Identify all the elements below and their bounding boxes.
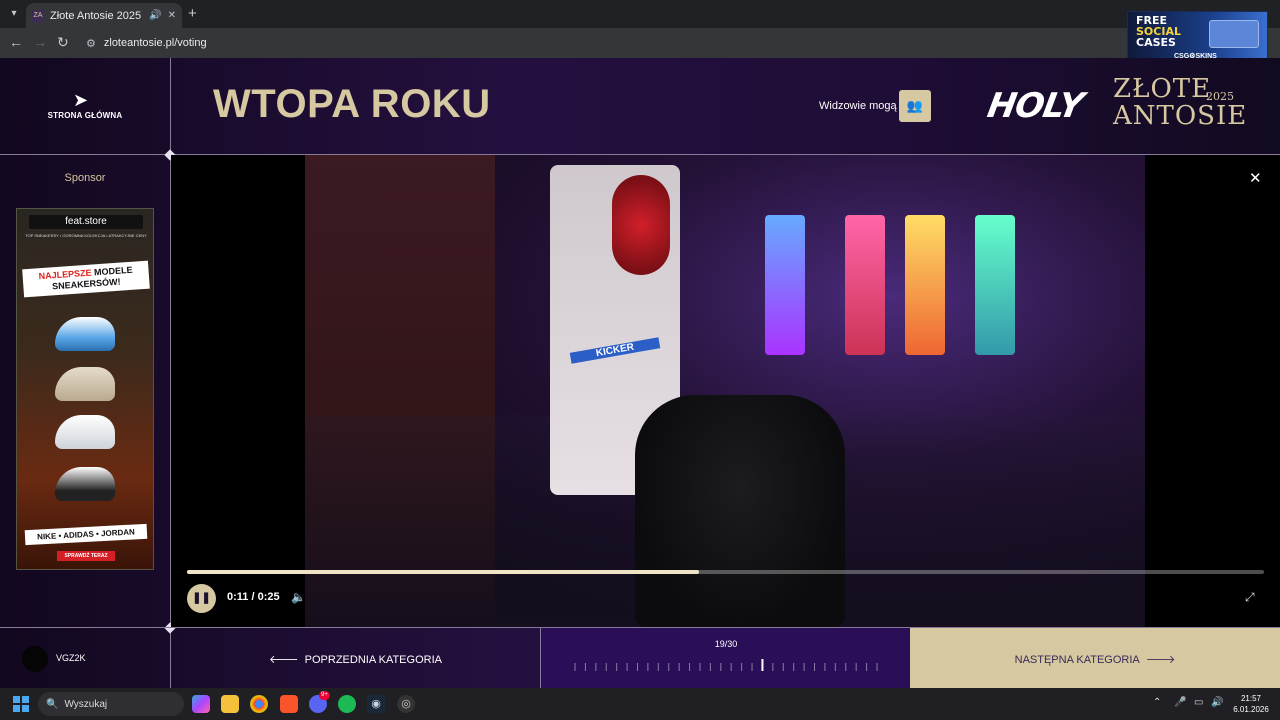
previous-category-button[interactable]: 🡐 POPRZEDNIA KATEGORIA bbox=[171, 628, 540, 689]
discord-badge: 9+ bbox=[319, 691, 330, 700]
video-frame: KICKER bbox=[305, 155, 1145, 627]
tab-search-dropdown-icon[interactable]: ▾ bbox=[6, 6, 22, 22]
next-category-text: NASTĘPNA KATEGORIA bbox=[1014, 654, 1140, 666]
holy-logo: HOLY bbox=[984, 86, 1086, 126]
arrow-left-icon: ➤ bbox=[73, 90, 89, 110]
site-favicon-icon: ZA bbox=[32, 9, 44, 22]
new-tab-button[interactable]: + bbox=[188, 5, 197, 22]
arrow-right-icon: 🡒 bbox=[1145, 654, 1176, 666]
arcade-machine bbox=[905, 215, 945, 355]
sponsor-tagline: TOP SNEAKERSY • OGROMNA KOLEKCJA • ATRAK… bbox=[25, 233, 147, 238]
sponsor-cta-button[interactable]: SPRAWDŹ TERAZ bbox=[57, 551, 115, 561]
pause-button[interactable]: ❚❚ bbox=[187, 584, 216, 613]
kicker-dial bbox=[612, 175, 670, 275]
browser-tab-active[interactable]: ZA Złote Antosie 2025 - Najwię 🔊 ✕ bbox=[26, 3, 182, 28]
home-back-button[interactable]: ➤ STRONA GŁÓWNA bbox=[0, 58, 170, 154]
sneaker-image bbox=[55, 317, 115, 351]
discord-icon[interactable]: 9+ bbox=[309, 691, 330, 713]
speaker-icon[interactable]: 🔊 bbox=[1211, 697, 1223, 708]
category-title: WTOPA ROKU bbox=[213, 82, 491, 126]
tray-overflow-icon[interactable]: ⌃ bbox=[1153, 697, 1161, 708]
voting-page: ➤ STRONA GŁÓWNA WTOPA ROKU Widzowie mogą… bbox=[0, 58, 1280, 689]
spotify-icon[interactable] bbox=[338, 695, 356, 713]
microphone-icon[interactable]: 🎤 bbox=[1174, 697, 1186, 708]
sponsor-brands: NIKE • ADIDAS • JORDAN bbox=[24, 523, 148, 546]
tab-audio-icon[interactable]: 🔊 bbox=[149, 10, 161, 21]
sponsor-ad-banner[interactable]: feat.store TOP SNEAKERSY • OGROMNA KOLEK… bbox=[16, 208, 154, 570]
video-player[interactable]: KICKER ✕ bbox=[171, 155, 1280, 627]
logo-line-2: ANTOSIE bbox=[1113, 101, 1248, 131]
app-icon[interactable]: ◎ bbox=[397, 695, 415, 713]
viewers-label: Widzowie mogą bbox=[819, 100, 897, 112]
user-profile[interactable]: VGZ2K bbox=[0, 628, 170, 689]
video-controls: ❚❚ 0:11 / 0:25 🔈 ⤢ bbox=[171, 564, 1280, 627]
video-progress-bar[interactable] bbox=[187, 570, 1264, 574]
viewers-vote-toggle[interactable]: Widzowie mogą 👥 bbox=[811, 90, 933, 122]
category-nav-bar: VGZ2K 🡐 POPRZEDNIA KATEGORIA 19/30 NASTĘ… bbox=[0, 627, 1280, 689]
zlote-antosie-logo: ZŁOTE ANTOSIE bbox=[1113, 76, 1247, 130]
reload-icon[interactable]: ↻ bbox=[57, 34, 69, 51]
site-info-icon[interactable]: ⚙ bbox=[86, 37, 96, 50]
logo-year: 2025 bbox=[1206, 90, 1234, 103]
clock-date: 6.01.2026 bbox=[1233, 705, 1269, 714]
arrow-left-icon: 🡐 bbox=[269, 654, 299, 666]
ad-case-image bbox=[1209, 20, 1259, 48]
brave-icon[interactable] bbox=[280, 695, 298, 713]
browser-toolbar: ← → ↻ ⚙ zloteantosie.pl/voting bbox=[0, 28, 1280, 58]
sneaker-image bbox=[55, 467, 115, 501]
top-ad-banner[interactable]: FREE SOCIAL CASES CSG⚙SKINS bbox=[1127, 11, 1268, 61]
url-text: zloteantosie.pl/voting bbox=[103, 37, 207, 49]
next-category-label: NASTĘPNA KATEGORIA 🡒 bbox=[910, 652, 1280, 666]
search-icon: 🔍 bbox=[46, 698, 59, 710]
clock-time: 21:57 bbox=[1240, 694, 1262, 703]
address-bar[interactable]: ⚙ zloteantosie.pl/voting bbox=[80, 31, 1120, 55]
sneaker-image bbox=[55, 367, 115, 401]
sneaker-image bbox=[55, 415, 115, 449]
fullscreen-icon[interactable]: ⤢ bbox=[1245, 590, 1255, 605]
category-tick-scale[interactable] bbox=[573, 659, 879, 671]
video-time: 0:11 / 0:25 bbox=[227, 591, 280, 603]
kicker-label: KICKER bbox=[569, 337, 661, 364]
copilot-icon[interactable] bbox=[192, 695, 210, 713]
steam-icon[interactable]: ◉ bbox=[367, 695, 385, 713]
previous-category-text: POPRZEDNIA KATEGORIA bbox=[304, 654, 442, 666]
taskbar-clock[interactable]: 21:57 6.01.2026 bbox=[1228, 693, 1274, 715]
back-nav-icon[interactable]: ← bbox=[9, 34, 23, 50]
arcade-machine bbox=[845, 215, 885, 355]
volume-icon[interactable]: 🔈 bbox=[291, 590, 306, 604]
browser-tabbar: ▾ ZA Złote Antosie 2025 - Najwię 🔊 ✕ + bbox=[0, 0, 1280, 28]
close-video-icon[interactable]: ✕ bbox=[1249, 169, 1262, 187]
username: VGZ2K bbox=[56, 653, 86, 663]
arcade-machine bbox=[975, 215, 1015, 355]
windows-taskbar: 🔍 Wyszukaj 9+ ◉ ◎ ⌃ 🎤 ▭ 🔊 21:57 6.01.202… bbox=[0, 688, 1280, 720]
forward-nav-icon[interactable]: → bbox=[33, 34, 47, 50]
next-category-button[interactable]: NASTĘPNA KATEGORIA 🡒 bbox=[910, 628, 1280, 689]
windows-start-icon[interactable] bbox=[13, 696, 29, 712]
sponsor-headline: NAJLEPSZE MODELE SNEAKERSÓW! bbox=[22, 260, 150, 298]
taskbar-search[interactable]: 🔍 Wyszukaj bbox=[38, 692, 184, 716]
category-counter: 19/30 bbox=[714, 639, 738, 649]
back-label: STRONA GŁÓWNA bbox=[47, 111, 123, 120]
users-group-icon[interactable]: 👥 bbox=[899, 90, 931, 122]
sponsor-label: Sponsor bbox=[64, 172, 106, 184]
arcade-machine bbox=[765, 215, 805, 355]
file-explorer-icon[interactable] bbox=[221, 695, 239, 713]
avatar bbox=[22, 646, 48, 672]
category-progress: 19/30 bbox=[540, 628, 910, 689]
chrome-icon[interactable] bbox=[250, 695, 268, 713]
tab-title: Złote Antosie 2025 - Najwię bbox=[50, 9, 143, 22]
tab-close-icon[interactable]: ✕ bbox=[168, 10, 176, 21]
sponsor-store-name: feat.store bbox=[29, 215, 143, 229]
previous-category-label: 🡐 POPRZEDNIA KATEGORIA bbox=[171, 652, 540, 666]
search-placeholder: Wyszukaj bbox=[64, 698, 108, 710]
display-icon[interactable]: ▭ bbox=[1194, 697, 1203, 708]
ad-line-3: CASES bbox=[1136, 36, 1176, 49]
video-progress-fill bbox=[187, 570, 699, 574]
